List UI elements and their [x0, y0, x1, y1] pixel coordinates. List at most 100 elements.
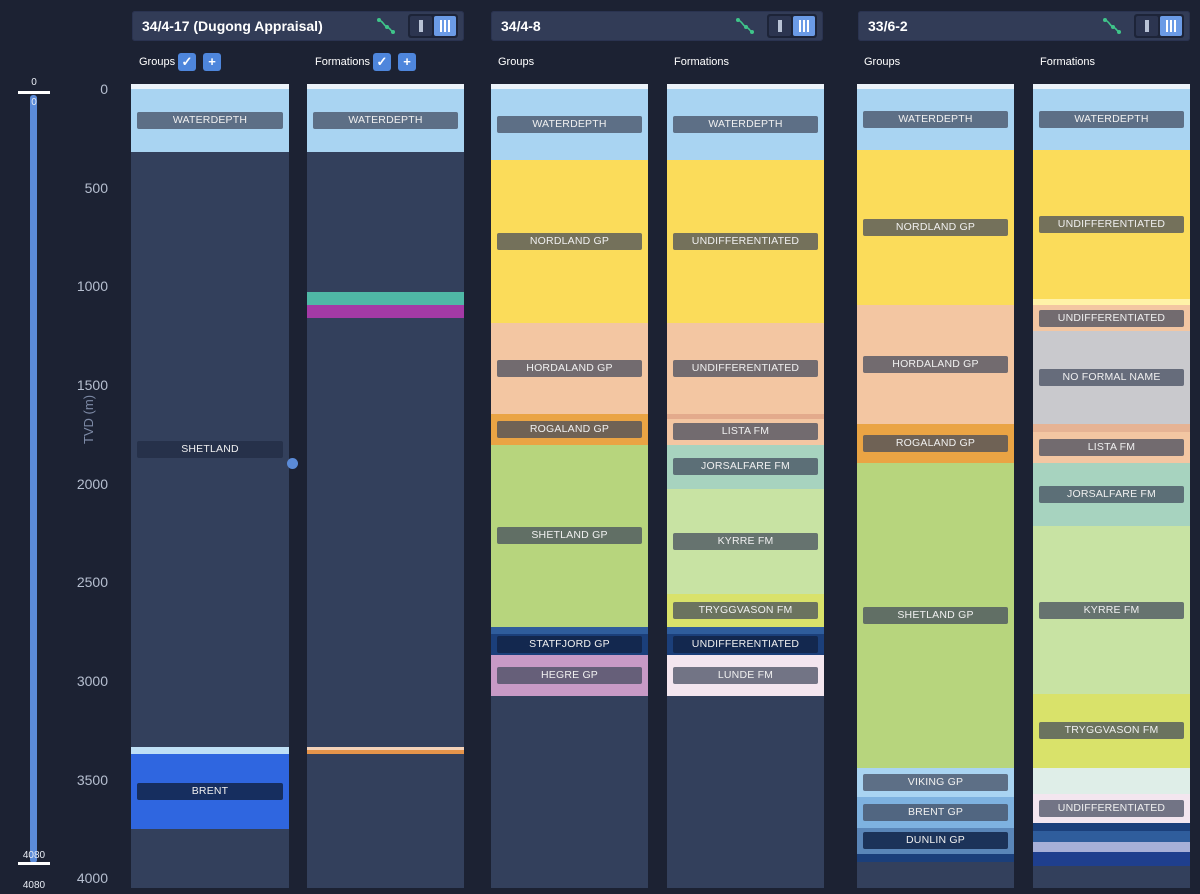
- strat-interval-label: SHETLAND GP: [497, 527, 642, 545]
- y-axis-tick-label: 2000: [76, 475, 108, 492]
- well-header: 33/6-2: [858, 11, 1190, 41]
- well-title: 33/6-2: [868, 18, 908, 34]
- strat-interval-label: NORDLAND GP: [863, 218, 1008, 236]
- strat-interval[interactable]: [667, 626, 824, 634]
- strat-interval-label: WATERDEPTH: [1039, 110, 1184, 128]
- strat-interval[interactable]: [1033, 423, 1190, 432]
- strat-interval[interactable]: [307, 304, 464, 318]
- strat-interval-label: HORDALAND GP: [497, 360, 642, 378]
- strat-interval[interactable]: [1033, 866, 1190, 888]
- strat-interval[interactable]: [491, 695, 648, 888]
- stratigraphy-track[interactable]: WATERDEPTH UNDIFFERENTIATED UNDIFFERENTIAT…: [667, 84, 824, 888]
- strat-interval[interactable]: [1033, 830, 1190, 842]
- column-label: Groups: [498, 56, 535, 68]
- strat-interval-label: STATFJORD GP: [497, 636, 642, 654]
- strat-interval[interactable]: [307, 151, 464, 292]
- column-label: Groups: [139, 56, 176, 68]
- strat-interval[interactable]: [131, 828, 289, 888]
- column-bar-icon: [1166, 20, 1168, 32]
- strat-interval-label: VIKING GP: [863, 774, 1008, 792]
- strat-interval-label: UNDIFFERENTIATED: [673, 360, 818, 378]
- show-column-checkbox[interactable]: ✓: [373, 53, 391, 71]
- boundary-drag-handle[interactable]: [287, 458, 298, 469]
- multi-column-view-button[interactable]: [1160, 16, 1182, 36]
- strat-interval[interactable]: [857, 862, 1014, 888]
- strat-interval[interactable]: [307, 754, 464, 888]
- multi-column-view-button[interactable]: [793, 16, 815, 36]
- strat-interval[interactable]: [131, 747, 289, 754]
- y-axis-tick-label: 1500: [76, 376, 108, 393]
- y-axis-tick-label: 4000: [76, 870, 108, 887]
- strat-interval[interactable]: [1033, 851, 1190, 867]
- strat-interval[interactable]: [491, 626, 648, 634]
- strat-interval-label: UNDIFFERENTIATED: [673, 233, 818, 251]
- single-column-view-button[interactable]: [769, 16, 791, 36]
- strat-interval-label: JORSALFARE FM: [673, 458, 818, 476]
- column-bar-icon: [799, 20, 801, 32]
- column-label: Formations: [674, 56, 730, 68]
- scale-inner-top-value: 0: [31, 97, 37, 108]
- well-title: 34/4-8: [501, 18, 541, 34]
- strat-interval-label: UNDIFFERENTIATED: [673, 636, 818, 654]
- strat-interval[interactable]: [857, 853, 1014, 863]
- strat-interval-label: HORDALAND GP: [863, 355, 1008, 373]
- strat-interval-label: SHETLAND: [137, 441, 283, 459]
- add-column-button[interactable]: +: [398, 53, 416, 71]
- stratigraphy-track[interactable]: WATERDEPTH UNDIFFERENTIATED UNDIFFERENTIAT…: [1033, 84, 1190, 888]
- strat-interval-label: LUNDE FM: [673, 667, 818, 685]
- well-header: 34/4-8: [491, 11, 823, 41]
- scale-bottom-value: 4080: [22, 880, 46, 891]
- column-bar-icon: [440, 20, 442, 32]
- column-bar-icon: [448, 20, 450, 32]
- strat-interval[interactable]: [307, 291, 464, 305]
- y-axis-tick-label: 1000: [76, 278, 108, 295]
- column-bar-icon: [1170, 20, 1172, 32]
- scale-top-value: 0: [31, 77, 37, 88]
- strat-interval[interactable]: [1033, 822, 1190, 831]
- column-bar-icon: [778, 20, 782, 32]
- strat-interval-label: WATERDEPTH: [497, 115, 642, 133]
- strat-interval[interactable]: [1033, 841, 1190, 852]
- y-axis-tick-label: 3500: [76, 771, 108, 788]
- strat-interval-label: WATERDEPTH: [313, 111, 458, 129]
- single-column-view-button[interactable]: [410, 16, 432, 36]
- correlation-curve-icon[interactable]: [735, 17, 755, 35]
- single-column-view-button[interactable]: [1136, 16, 1158, 36]
- strat-interval-label: UNDIFFERENTIATED: [1039, 309, 1184, 327]
- strat-interval[interactable]: [307, 317, 464, 748]
- y-axis-tick-label: 2500: [76, 574, 108, 591]
- stratigraphy-track[interactable]: WATERDEPTH: [307, 84, 464, 888]
- strat-interval-label: WATERDEPTH: [673, 115, 818, 133]
- strat-interval-label: UNDIFFERENTIATED: [1039, 800, 1184, 818]
- strat-interval-label: UNDIFFERENTIATED: [1039, 215, 1184, 233]
- strat-interval-label: KYRRE FM: [1039, 601, 1184, 619]
- strat-interval-label: TRYGGVASON FM: [673, 602, 818, 620]
- stratigraphy-track[interactable]: WATERDEPTH NORDLAND GP HORDALAND GP ROGALAN…: [857, 84, 1014, 888]
- depth-scale-bottom-handle[interactable]: [18, 862, 50, 865]
- strat-interval-label: ROGALAND GP: [497, 420, 642, 438]
- y-axis-tick-label: 3000: [76, 672, 108, 689]
- strat-interval[interactable]: [667, 695, 824, 888]
- column-label: Groups: [864, 56, 901, 68]
- stratigraphy-track[interactable]: WATERDEPTH NORDLAND GP HORDALAND GP ROGALAN…: [491, 84, 648, 888]
- depth-scale-top-handle[interactable]: [18, 91, 50, 94]
- depth-scale-slider[interactable]: [30, 95, 37, 863]
- strat-interval-label: NORDLAND GP: [497, 233, 642, 251]
- strat-interval[interactable]: [1033, 767, 1190, 795]
- correlation-curve-icon[interactable]: [376, 17, 396, 35]
- view-mode-toggle: [767, 14, 817, 38]
- add-column-button[interactable]: +: [203, 53, 221, 71]
- strat-interval-label: WATERDEPTH: [137, 111, 283, 129]
- strat-interval-label: WATERDEPTH: [863, 110, 1008, 128]
- strat-interval-label: TRYGGVASON FM: [1039, 722, 1184, 740]
- y-axis-title: TVD (m): [81, 394, 97, 445]
- stratigraphy-track[interactable]: WATERDEPTH SHETLAND BRENT: [131, 84, 289, 888]
- strat-interval-label: SHETLAND GP: [863, 607, 1008, 625]
- show-column-checkbox[interactable]: ✓: [178, 53, 196, 71]
- multi-column-view-button[interactable]: [434, 16, 456, 36]
- well-title: 34/4-17 (Dugong Appraisal): [142, 18, 323, 34]
- strat-interval-label: LISTA FM: [673, 423, 818, 441]
- column-bar-icon: [1174, 20, 1176, 32]
- correlation-curve-icon[interactable]: [1102, 17, 1122, 35]
- strat-interval-label: LISTA FM: [1039, 439, 1184, 457]
